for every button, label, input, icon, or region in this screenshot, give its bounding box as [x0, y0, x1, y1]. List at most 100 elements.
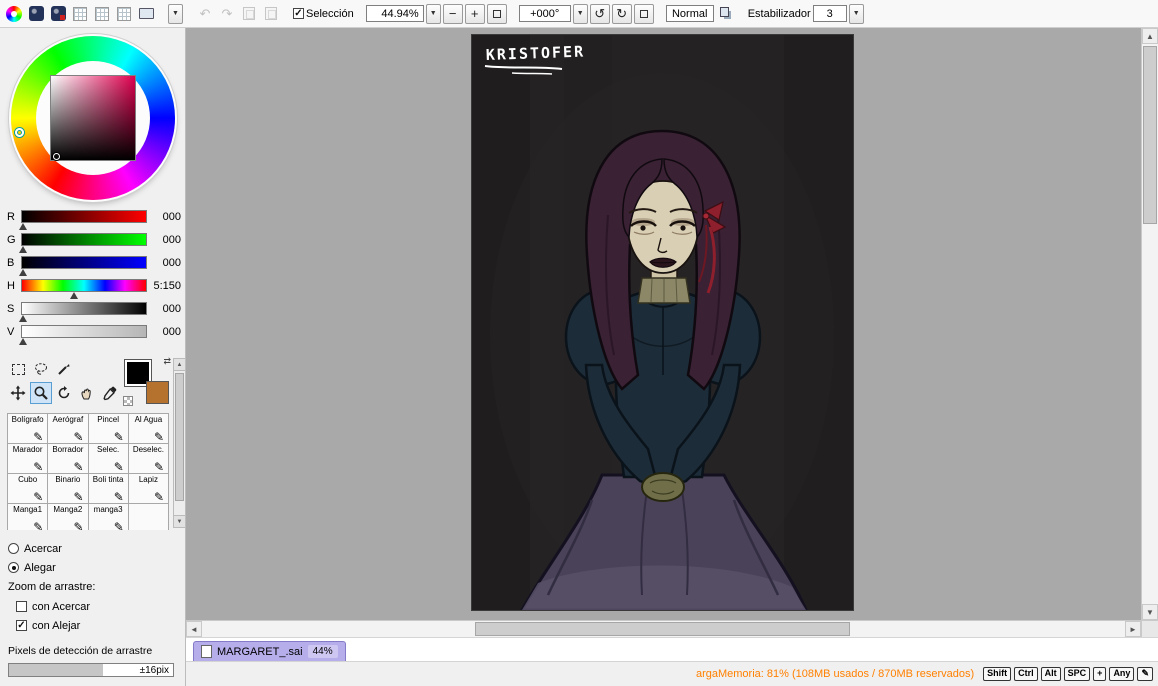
secondary-color-swatch[interactable]	[146, 381, 169, 404]
rotate-ccw-button[interactable]: ↺	[589, 3, 610, 24]
drag-pixels-slider[interactable]: ±16pix	[8, 663, 174, 677]
drag-zoom-out-row[interactable]: ✓ con Alejar	[16, 616, 185, 635]
transparent-color-icon[interactable]	[123, 396, 133, 406]
tool-cell-selec[interactable]: Selec. ✎	[88, 444, 129, 474]
angle-reset-button[interactable]	[633, 3, 654, 24]
tool-cell-lapiz[interactable]: Lapiz ✎	[128, 474, 169, 504]
angle-field[interactable]: +000°	[518, 5, 571, 22]
vertical-scroll-thumb[interactable]	[1143, 46, 1157, 224]
saturation-value-cursor[interactable]	[52, 153, 60, 160]
zoom-tool-button[interactable]	[30, 382, 52, 404]
tool-cell-binario[interactable]: Binario ✎	[48, 474, 89, 504]
tool-cell-manga2[interactable]: Manga2 ✎	[48, 504, 89, 530]
tool-cell-empty[interactable]	[128, 504, 169, 530]
tools-scrollbar[interactable]: ▲ ▼	[173, 358, 185, 528]
rect-select-tool-button[interactable]	[7, 358, 29, 380]
scroll-down-button[interactable]: ▼	[1142, 604, 1158, 620]
scroll-right-button[interactable]: ►	[1125, 621, 1141, 637]
select-pen-tool-button[interactable]	[53, 358, 75, 380]
screen-mode-button[interactable]	[136, 4, 156, 24]
swap-colors-icon[interactable]: ⇄	[163, 356, 171, 367]
selection-visibility-checkbox[interactable]: ✓	[293, 8, 304, 19]
tool-cell-deselec[interactable]: Deselec. ✎	[128, 444, 169, 474]
swatches-panel-button[interactable]	[70, 4, 90, 24]
tool-cell-boligrafo[interactable]: Bolígrafo ✎	[8, 414, 49, 444]
zoom-in-button[interactable]: +	[464, 3, 485, 24]
horizontal-scroll-track[interactable]	[202, 621, 1125, 637]
hue-slider[interactable]	[21, 279, 148, 299]
tool-cell-manga3[interactable]: manga3 ✎	[88, 504, 129, 530]
red-slider[interactable]	[19, 210, 148, 230]
hue-cursor[interactable]	[14, 128, 24, 137]
canvas-area[interactable]: KRISTOFER	[186, 28, 1141, 620]
key-spc[interactable]: SPC	[1063, 667, 1091, 681]
horizontal-scroll-thumb[interactable]	[475, 622, 850, 636]
eyedropper-tool-button[interactable]	[99, 382, 121, 404]
lasso-tool-button[interactable]	[30, 358, 52, 380]
custom-mixer-panel-button[interactable]	[48, 4, 68, 24]
zoom-in-radio[interactable]	[8, 543, 19, 554]
tools-scroll-up-button[interactable]: ▲	[174, 359, 185, 371]
dpad-key[interactable]: +	[1093, 667, 1107, 681]
blue-slider[interactable]	[19, 256, 148, 276]
zoom-dropdown-button[interactable]: ▼	[425, 3, 441, 24]
move-tool-button[interactable]	[7, 382, 29, 404]
drag-zoom-in-checkbox[interactable]	[16, 601, 27, 612]
slider-cursor[interactable]	[19, 223, 28, 230]
slider-cursor[interactable]	[19, 315, 28, 322]
value-slider[interactable]	[19, 325, 148, 345]
slider-cursor[interactable]	[19, 246, 28, 253]
saturation-slider[interactable]	[19, 302, 148, 322]
scroll-up-button[interactable]: ▲	[1142, 28, 1158, 44]
toolbar-more-dropdown-button[interactable]: ▼	[168, 3, 183, 24]
undo-button[interactable]: ↶	[195, 4, 215, 24]
rotate-cw-button[interactable]: ↻	[611, 3, 632, 24]
zoom-out-button[interactable]: −	[442, 3, 463, 24]
tool-cell-cubo[interactable]: Cubo ✎	[8, 474, 49, 504]
stabilizer-dropdown-button[interactable]: ▼	[848, 3, 864, 24]
tools-scroll-down-button[interactable]: ▼	[174, 515, 185, 527]
key-shift[interactable]: Shift	[983, 667, 1012, 681]
slider-cursor[interactable]	[19, 338, 28, 345]
cut-selection-button[interactable]	[239, 4, 259, 24]
blend-mode-select[interactable]: Normal	[665, 5, 714, 22]
zoom-reset-button[interactable]	[486, 3, 507, 24]
tool-cell-borrador[interactable]: Borrador ✎	[48, 444, 89, 474]
document-tab[interactable]: MARGARET_.sai 44%	[193, 641, 346, 661]
color-wheel[interactable]	[9, 34, 177, 202]
rotate-view-tool-button[interactable]	[53, 382, 75, 404]
color-mixer-panel-button[interactable]	[26, 4, 46, 24]
redo-button[interactable]: ↷	[217, 4, 237, 24]
vertical-scrollbar[interactable]: ▲ ▼	[1141, 28, 1158, 620]
tools-scroll-thumb[interactable]	[175, 373, 184, 501]
tool-cell-aerografo[interactable]: Aerógraf ✎	[48, 414, 89, 444]
zoom-out-option-row[interactable]: Alegar	[8, 558, 185, 577]
scroll-left-button[interactable]: ◄	[186, 621, 202, 637]
tool-cell-pincel[interactable]: Pincel ✎	[88, 414, 129, 444]
tool-cell-manga1[interactable]: Manga1 ✎	[8, 504, 49, 530]
canvas-document[interactable]: KRISTOFER	[472, 35, 853, 612]
copy-selection-button[interactable]	[261, 4, 281, 24]
panels-grid-button[interactable]	[114, 4, 134, 24]
flip-view-button[interactable]	[716, 4, 736, 24]
tool-cell-alagua[interactable]: Al Agua ✎	[128, 414, 169, 444]
green-slider[interactable]	[19, 233, 148, 253]
slider-cursor[interactable]	[70, 292, 79, 299]
stabilizer-field[interactable]: 3	[812, 5, 847, 22]
zoom-out-radio[interactable]	[8, 562, 19, 573]
empty-tool-slot-1[interactable]	[76, 358, 98, 380]
zoom-in-option-row[interactable]: Acercar	[8, 539, 185, 558]
drag-zoom-in-row[interactable]: con Acercar	[16, 597, 185, 616]
key-alt[interactable]: Alt	[1040, 667, 1061, 681]
tool-cell-marcador[interactable]: Marador ✎	[8, 444, 49, 474]
tool-cell-bolitinta[interactable]: Boli tinta ✎	[88, 474, 129, 504]
hand-tool-button[interactable]	[76, 382, 98, 404]
pen-pressure-key[interactable]: ✎	[1137, 667, 1153, 681]
scratchpad-panel-button[interactable]	[92, 4, 112, 24]
slider-cursor[interactable]	[19, 269, 28, 276]
drag-zoom-out-checkbox[interactable]: ✓	[16, 620, 27, 631]
horizontal-scrollbar[interactable]: ◄ ►	[186, 620, 1158, 637]
empty-tool-slot-2[interactable]	[99, 358, 121, 380]
color-wheel-panel-button[interactable]	[4, 4, 24, 24]
key-ctrl[interactable]: Ctrl	[1014, 667, 1038, 681]
